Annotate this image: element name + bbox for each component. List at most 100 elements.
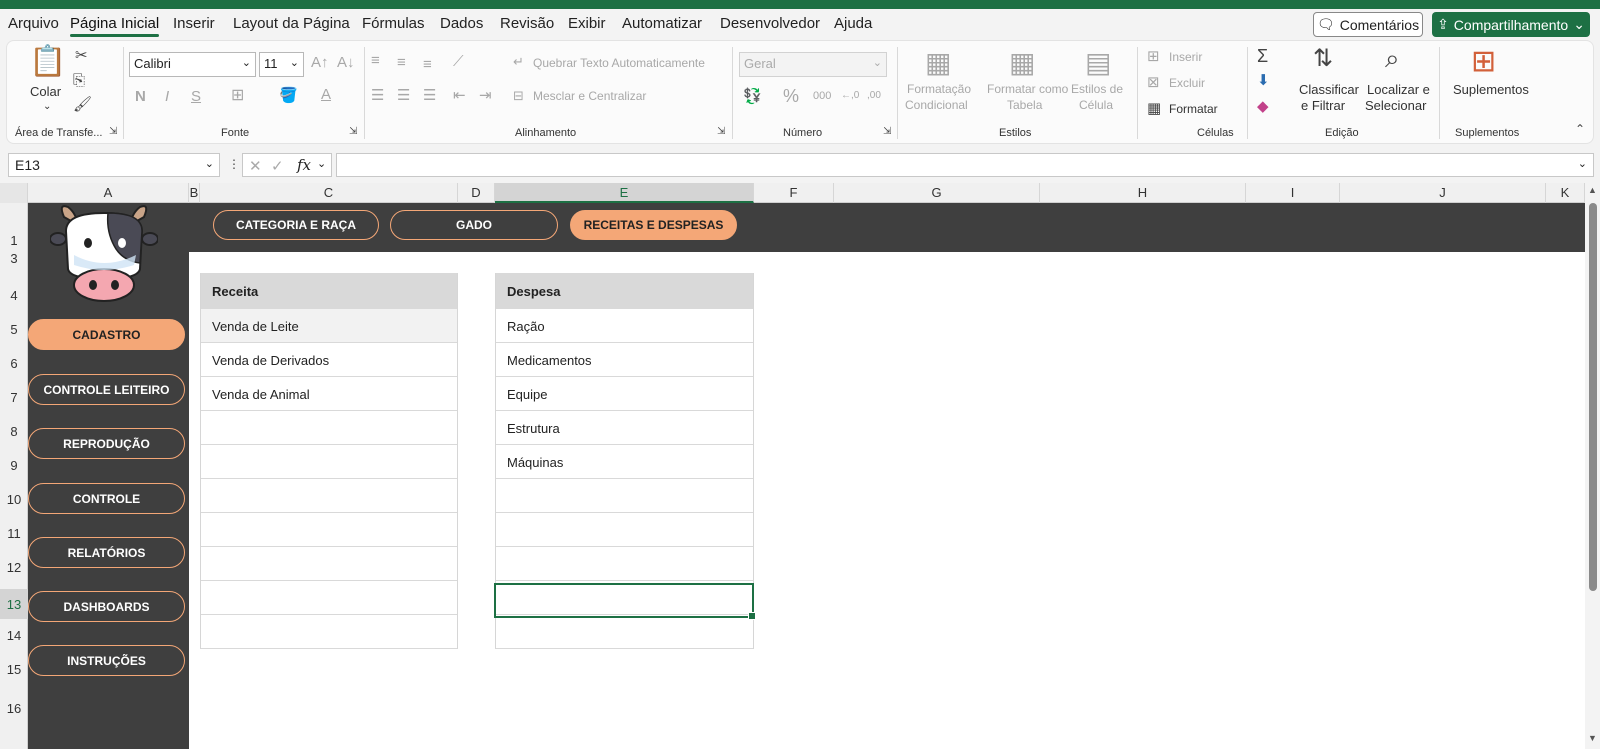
table-row[interactable]: Venda de Leite [201,309,457,343]
delete-cells-icon[interactable]: ⊠ [1147,75,1160,90]
menu-inserir[interactable]: Inserir [173,15,215,32]
column-header-a[interactable]: A [28,183,189,203]
column-header-i[interactable]: I [1246,183,1340,203]
insert-cells-icon[interactable]: ⊞ [1147,49,1160,64]
row-header-8[interactable]: 8 [0,424,28,439]
row-header-14[interactable]: 14 [0,628,28,643]
side-button-controle-leiteiro[interactable]: CONTROLE LEITEIRO [28,374,185,405]
side-button-controle[interactable]: CONTROLE [28,483,185,514]
increase-decimal-button[interactable]: ←,0 [841,91,859,101]
conditional-formatting-label-2[interactable]: Condicional [905,98,968,112]
cell-styles-label-2[interactable]: Célula [1079,98,1113,112]
table-row[interactable]: Venda de Animal [201,377,457,411]
decrease-decimal-button[interactable]: ,00 [867,91,881,101]
comments-button[interactable]: 🗨 Comentários [1313,12,1423,37]
active-cell-e13[interactable] [494,583,756,620]
fill-color-icon[interactable]: 🪣 [279,88,298,103]
sort-filter-label-1[interactable]: Classificar [1299,82,1359,97]
column-header-g[interactable]: G [834,183,1040,203]
increase-indent-icon[interactable]: ⇥ [479,88,492,103]
table-row[interactable] [496,615,753,649]
fill-icon[interactable]: ⬇ [1257,73,1270,88]
clipboard-launcher-icon[interactable]: ⇲ [109,127,117,137]
table-row[interactable]: Ração [496,309,753,343]
table-row[interactable] [496,547,753,581]
row-header-15[interactable]: 15 [0,662,28,677]
format-as-table-label-1[interactable]: Formatar como [987,82,1068,96]
italic-button[interactable]: I [165,89,169,104]
column-header-c[interactable]: C [200,183,458,203]
menu-exibir[interactable]: Exibir [568,15,606,32]
menu-arquivo[interactable]: Arquivo [8,15,59,32]
font-color-button[interactable]: A [321,87,331,102]
tab-gado[interactable]: GADO [390,210,558,240]
alignment-launcher-icon[interactable]: ⇲ [717,127,725,137]
row-header-10[interactable]: 10 [0,492,28,507]
table-row[interactable] [201,615,457,649]
select-all-corner[interactable] [0,183,28,203]
share-button[interactable]: ⇪ Compartilhamento ⌄ [1432,12,1590,37]
currency-icon[interactable]: 💱 [743,89,762,104]
menu-revisao[interactable]: Revisão [500,15,554,32]
row-header-9[interactable]: 9 [0,458,28,473]
copy-icon[interactable]: ⎘ [73,73,85,88]
table-row[interactable]: Máquinas [496,445,753,479]
vertical-scrollbar[interactable]: ▲ ▼ [1585,183,1600,749]
table-row[interactable] [496,513,753,547]
table-row[interactable]: Estrutura [496,411,753,445]
table-row[interactable] [201,411,457,445]
table-row[interactable] [201,479,457,513]
row-header-6[interactable]: 6 [0,356,28,371]
clear-icon[interactable]: ◆ [1257,99,1269,114]
row-header-16[interactable]: 16 [0,701,28,716]
align-center-icon[interactable]: ☰ [397,88,410,103]
cut-icon[interactable]: ✂ [75,48,88,63]
scroll-up-icon[interactable]: ▲ [1588,185,1597,195]
font-size-select[interactable]: 11 ⌄ [259,52,304,77]
column-header-k[interactable]: K [1546,183,1585,203]
menu-formulas[interactable]: Fórmulas [362,15,425,32]
percent-button[interactable]: % [783,87,799,105]
menu-ajuda[interactable]: Ajuda [834,15,872,32]
table-row[interactable] [201,513,457,547]
delete-cells-button[interactable]: Excluir [1169,76,1205,90]
table-row[interactable]: Venda de Derivados [201,343,457,377]
borders-icon[interactable]: ⊞ [231,88,244,104]
align-left-icon[interactable]: ☰ [371,88,384,103]
row-header-1[interactable]: 1 [0,233,28,248]
column-header-d[interactable]: D [458,183,495,203]
scrollbar-thumb[interactable] [1589,203,1597,591]
find-select-label-2[interactable]: Selecionar [1365,98,1426,113]
bold-button[interactable]: N [135,89,146,104]
side-button-reproducao[interactable]: REPRODUÇÃO [28,428,185,459]
number-launcher-icon[interactable]: ⇲ [883,127,891,137]
align-bottom-icon[interactable]: ≡ [423,57,432,72]
name-box[interactable]: E13 ⌄ [8,153,220,177]
decrease-font-icon[interactable]: A↓ [337,55,355,70]
row-header-4[interactable]: 4 [0,288,28,303]
column-header-b[interactable]: B [189,183,200,203]
paste-icon[interactable]: 📋 [29,47,66,77]
addins-icon[interactable]: ⊞ [1471,47,1496,77]
wrap-text-icon[interactable]: ↵ [513,55,524,68]
column-header-e[interactable]: E [495,183,754,203]
side-button-dashboards[interactable]: DASHBOARDS [28,591,185,622]
confirm-icon[interactable]: ✓ [271,157,284,175]
font-launcher-icon[interactable]: ⇲ [349,127,357,137]
align-middle-icon[interactable]: ≡ [397,55,406,70]
row-header-11[interactable]: 11 [0,526,28,541]
row-header-5[interactable]: 5 [0,322,28,337]
menu-dados[interactable]: Dados [440,15,483,32]
cell-styles-label-1[interactable]: Estilos de [1071,82,1123,96]
row-header-7[interactable]: 7 [0,390,28,405]
thousands-button[interactable]: 000 [813,91,831,102]
scroll-down-icon[interactable]: ▼ [1588,733,1597,743]
autosum-icon[interactable]: Σ [1257,47,1268,65]
insert-cells-button[interactable]: Inserir [1169,50,1202,64]
table-row[interactable] [201,581,457,615]
paste-label[interactable]: Colar [30,84,61,99]
find-select-label-1[interactable]: Localizar e [1367,82,1430,97]
row-header-13[interactable]: 13 [0,589,28,619]
more-options-icon[interactable]: ⋮ [228,158,240,170]
receita-header[interactable]: Receita [201,273,457,309]
